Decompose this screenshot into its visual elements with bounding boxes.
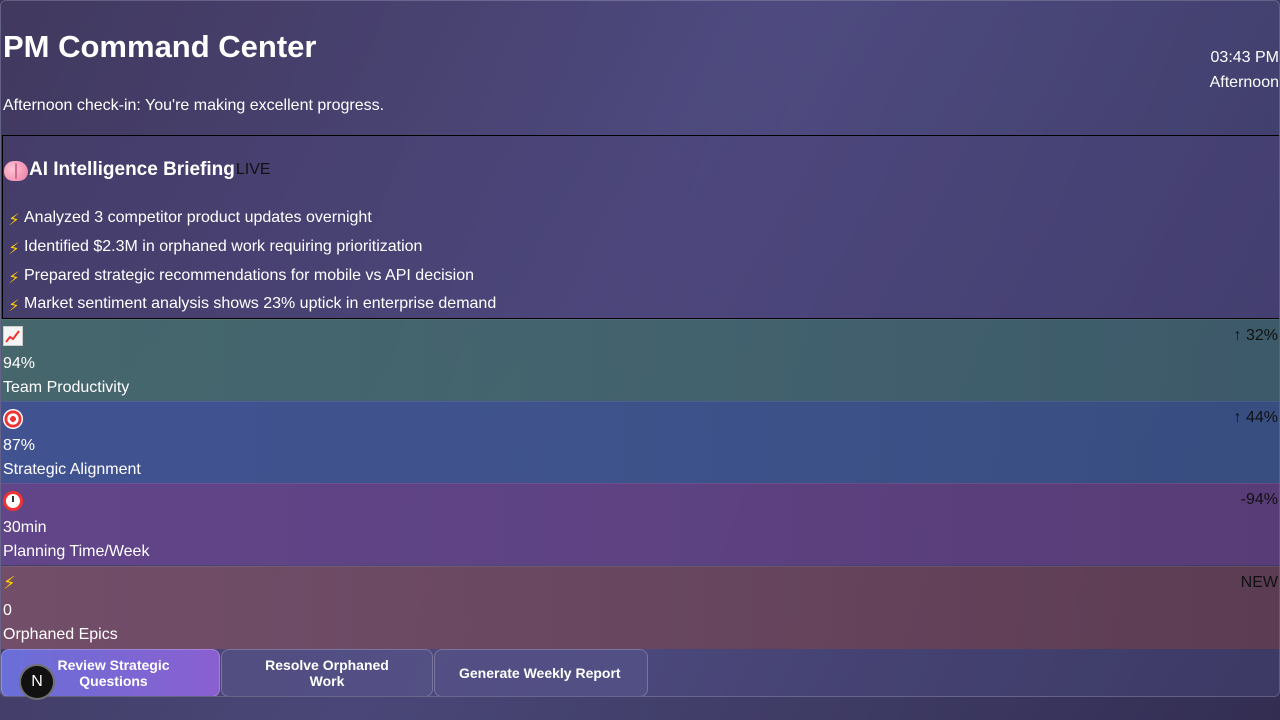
metric-value: 87% — [3, 437, 36, 454]
live-status-badge: LIVE — [235, 161, 271, 178]
dev-tools-badge[interactable]: N — [19, 664, 55, 700]
metric-card-planning-time[interactable]: -94% 30min Planning Time/Week — [1, 483, 1279, 565]
metric-change: ↑ 44% — [1233, 409, 1278, 426]
metric-card-strategic-alignment[interactable]: ↑ 44% 87% Strategic Alignment — [1, 401, 1279, 483]
day-period: Afternoon — [1209, 74, 1279, 91]
insight-item: ⚡ Market sentiment analysis shows 23% up… — [4, 290, 496, 319]
insight-item: ⚡ Identified $2.3M in orphaned work requ… — [4, 233, 496, 262]
clock: 03:43 PM Afternoon — [1210, 45, 1279, 95]
metric-label: Orphaned Epics — [3, 626, 118, 643]
lightning-icon: ⚡ — [8, 212, 20, 230]
metric-value: 0 — [3, 602, 12, 619]
brain-icon — [4, 159, 28, 181]
insight-text: Prepared strategic recommendations for m… — [24, 266, 474, 284]
lightning-icon: ⚡ — [8, 298, 20, 316]
insight-item: ⚡ Prepared strategic recommendations for… — [4, 261, 496, 290]
insight-text: Identified $2.3M in orphaned work requir… — [24, 238, 423, 256]
lightning-icon: ⚡ — [8, 269, 20, 287]
app-frame: PM Command Center 03:43 PM Afternoon Aft… — [0, 0, 1280, 697]
header: PM Command Center 03:43 PM Afternoon Aft… — [1, 1, 1279, 135]
insight-list: ⚡ Analyzed 3 competitor product updates … — [4, 204, 496, 319]
target-icon — [3, 407, 25, 429]
chart-increasing-icon — [3, 325, 25, 347]
metric-label: Strategic Alignment — [3, 461, 141, 478]
metric-label: Planning Time/Week — [3, 543, 150, 560]
ai-briefing-panel: AI Intelligence Briefing LIVE ⚡ Analyzed… — [2, 135, 1279, 319]
metric-change: -94% — [1240, 491, 1278, 508]
lightning-icon: ⚡ — [3, 573, 16, 593]
briefing-header: AI Intelligence Briefing LIVE — [4, 157, 271, 183]
briefing-title: AI Intelligence Briefing — [29, 159, 235, 180]
resolve-orphaned-work-button[interactable]: Resolve Orphaned Work — [221, 649, 433, 696]
metric-change: ↑ 32% — [1233, 327, 1278, 344]
metric-label: Team Productivity — [3, 379, 130, 396]
page-title: PM Command Center — [3, 29, 317, 64]
lightning-icon: ⚡ — [8, 241, 20, 259]
metric-card-orphaned-epics[interactable]: ⚡ NEW 0 Orphaned Epics — [1, 566, 1279, 649]
current-time: 03:43 PM — [1210, 49, 1279, 66]
greeting-subtitle: Afternoon check-in: You're making excell… — [3, 97, 385, 114]
action-bar: Review Strategic Questions Resolve Orpha… — [1, 649, 649, 696]
insight-text: Market sentiment analysis shows 23% upti… — [24, 295, 497, 313]
insight-item: ⚡ Analyzed 3 competitor product updates … — [4, 204, 496, 233]
metric-value: 94% — [3, 355, 36, 372]
insight-text: Analyzed 3 competitor product updates ov… — [24, 209, 372, 227]
metric-value: 30min — [3, 519, 47, 536]
metric-change: NEW — [1240, 574, 1278, 591]
alarm-clock-icon — [3, 489, 25, 511]
generate-weekly-report-button[interactable]: Generate Weekly Report — [434, 649, 648, 696]
metric-card-team-productivity[interactable]: ↑ 32% 94% Team Productivity — [1, 319, 1279, 401]
